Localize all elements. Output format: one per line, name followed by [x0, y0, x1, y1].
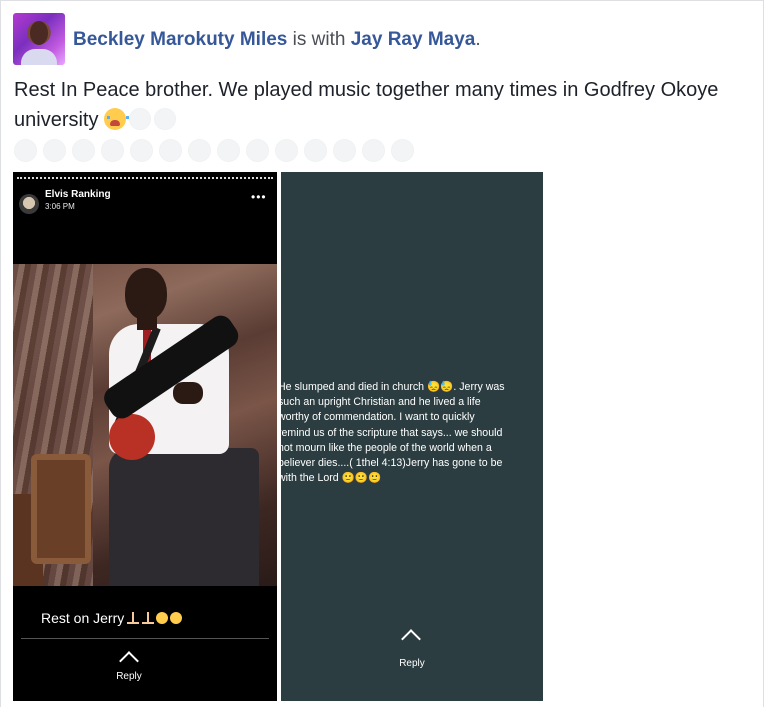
period: .: [475, 29, 481, 50]
post-card: Beckley Marokuty Miles is with Jay Ray M…: [0, 0, 764, 707]
sad-face-icon: [156, 612, 169, 624]
sad-face-icon: [170, 612, 183, 624]
blank-emoji-icon: [188, 139, 211, 162]
divider: [21, 638, 269, 639]
blank-emoji-icon: [362, 139, 385, 162]
story-username: Elvis Ranking: [45, 189, 111, 200]
chevron-up-icon[interactable]: [401, 629, 421, 649]
story-avatar: [19, 194, 39, 214]
chair: [31, 454, 91, 564]
avatar-shirt: [21, 49, 57, 65]
caption-text: Rest on Jerry: [41, 610, 125, 626]
post-body: Rest In Peace brother. We played music t…: [14, 75, 754, 135]
blank-emoji-icon: [154, 108, 177, 130]
story-screenshot-right[interactable]: He slumped and died in church 😓😓. Jerry …: [281, 172, 543, 701]
more-icon: •••: [251, 190, 267, 204]
story-time: 3:06 PM: [45, 202, 75, 211]
reply-label[interactable]: Reply: [281, 658, 543, 669]
reply-label[interactable]: Reply: [13, 671, 245, 682]
loudly-crying-face-icon: [104, 108, 130, 130]
folded-hands-icon: [142, 612, 155, 624]
author-name-link[interactable]: Beckley Marokuty Miles: [73, 29, 287, 50]
blank-emoji-icon: [159, 139, 182, 162]
blank-emoji-icon: [14, 139, 37, 162]
blank-emoji-icon: [391, 139, 414, 162]
guitarist-photo: [13, 264, 277, 586]
story-progress-bar: [17, 177, 273, 180]
avatar-face: [30, 21, 48, 45]
blank-emoji-icon: [275, 139, 298, 162]
blank-emoji-icon: [43, 139, 66, 162]
person-pants: [109, 448, 259, 586]
blank-emoji-row: [14, 139, 414, 162]
tagged-name-link[interactable]: Jay Ray Maya: [351, 29, 476, 50]
story-screenshot-left[interactable]: Elvis Ranking 3:06 PM ••• Rest on Jerry …: [13, 172, 277, 701]
chevron-up-icon[interactable]: [119, 651, 139, 671]
blank-emoji-icon: [129, 108, 152, 130]
person-head: [125, 268, 167, 320]
blank-emoji-icon: [304, 139, 327, 162]
blank-emoji-icon: [72, 139, 95, 162]
post-header: Beckley Marokuty Miles is with Jay Ray M…: [73, 29, 481, 51]
story-text: He slumped and died in church 😓😓. Jerry …: [281, 381, 505, 485]
folded-hands-icon: [127, 612, 140, 624]
with-text: is with: [287, 29, 351, 50]
story-caption: Rest on Jerry: [41, 610, 183, 626]
blank-emoji-icon: [217, 139, 240, 162]
blank-emoji-icon: [101, 139, 124, 162]
blank-emoji-icon: [333, 139, 356, 162]
person-hand: [173, 382, 203, 404]
author-avatar[interactable]: [13, 13, 65, 65]
blank-emoji-icon: [246, 139, 269, 162]
guitar-body: [109, 414, 155, 460]
blank-emoji-icon: [130, 139, 153, 162]
